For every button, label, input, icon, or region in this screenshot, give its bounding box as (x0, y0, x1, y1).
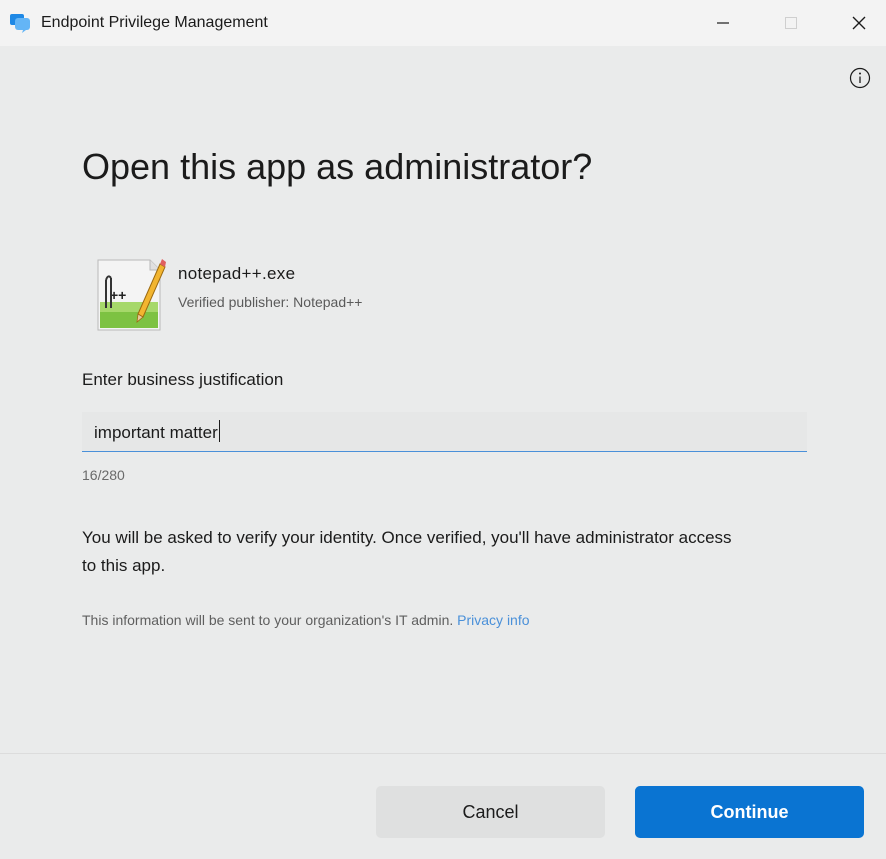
close-icon (852, 16, 866, 30)
dialog-window: Endpoint Privilege Management Open this … (0, 0, 886, 859)
close-button[interactable] (836, 0, 882, 46)
app-file-name: notepad++.exe (178, 264, 296, 283)
continue-button[interactable]: Continue (635, 786, 864, 838)
title-bar: Endpoint Privilege Management (0, 0, 886, 46)
app-publisher: Verified publisher: Notepad++ (178, 294, 363, 310)
window-title: Endpoint Privilege Management (41, 14, 268, 31)
svg-text:++: ++ (110, 287, 126, 303)
justification-input[interactable]: important matter (82, 412, 807, 452)
text-caret (218, 420, 220, 442)
privacy-info-link[interactable]: Privacy info (457, 612, 529, 628)
minimize-icon (717, 22, 729, 24)
it-admin-notice: This information will be sent to your or… (82, 610, 530, 630)
it-admin-notice-text: This information will be sent to your or… (82, 612, 454, 628)
notepad-plus-plus-icon: ++ (97, 259, 166, 331)
character-counter: 16/280 (82, 467, 125, 483)
endpoint-privilege-management-icon (10, 14, 30, 33)
verify-identity-text: You will be asked to verify your identit… (82, 528, 732, 575)
dialog-heading: Open this app as administrator? (82, 146, 593, 187)
maximize-button[interactable] (768, 0, 814, 46)
minimize-button[interactable] (700, 0, 746, 46)
maximize-icon (785, 17, 797, 29)
justification-label: Enter business justification (82, 370, 284, 389)
info-icon[interactable] (849, 67, 871, 89)
cancel-button[interactable]: Cancel (376, 786, 605, 838)
justification-input-value[interactable]: important matter (94, 420, 220, 445)
